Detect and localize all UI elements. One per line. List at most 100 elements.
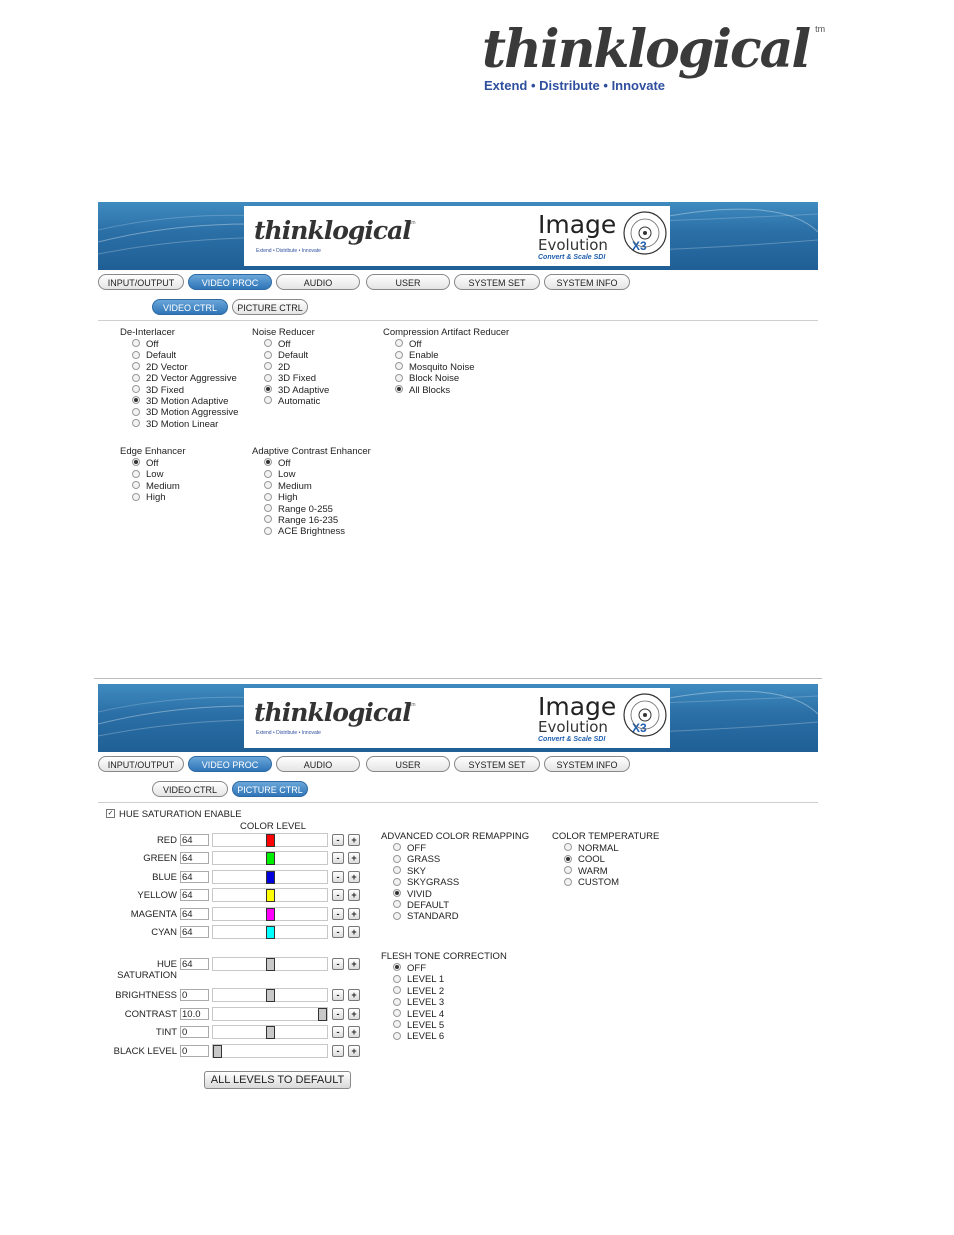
tint-slider-knob[interactable] bbox=[266, 1026, 275, 1039]
radio-button[interactable] bbox=[393, 900, 401, 909]
radio-button[interactable] bbox=[264, 492, 272, 501]
color-cyan-slider[interactable] bbox=[212, 925, 328, 939]
noise-reducer-option[interactable]: 2D bbox=[264, 362, 290, 373]
tab-audio[interactable]: AUDIO bbox=[276, 756, 360, 772]
color-temperature-option[interactable]: WARM bbox=[564, 866, 608, 877]
color-cyan-slider-knob[interactable] bbox=[266, 926, 275, 939]
black-level-value[interactable]: 0 bbox=[180, 1044, 209, 1057]
flesh-tone-option[interactable]: OFF bbox=[393, 963, 426, 974]
radio-button[interactable] bbox=[264, 481, 272, 490]
brightness-slider[interactable] bbox=[212, 988, 328, 1002]
radio-button[interactable] bbox=[393, 843, 401, 852]
radio-button[interactable] bbox=[393, 974, 401, 983]
radio-button[interactable] bbox=[393, 1009, 401, 1018]
color-yellow-plus-button[interactable]: + bbox=[348, 889, 360, 902]
radio-button[interactable] bbox=[264, 458, 272, 467]
radio-button[interactable] bbox=[132, 492, 140, 501]
color-red-slider[interactable] bbox=[212, 833, 328, 847]
contrast-slider[interactable] bbox=[212, 1006, 328, 1021]
brightness-value[interactable]: 0 bbox=[180, 989, 209, 1001]
deinterlacer-option[interactable]: 3D Motion Aggressive bbox=[132, 407, 238, 418]
compression-artifact-option[interactable]: Block Noise bbox=[395, 373, 459, 384]
radio-button[interactable] bbox=[132, 419, 140, 428]
radio-button[interactable] bbox=[132, 385, 140, 394]
noise-reducer-option[interactable]: 3D Fixed bbox=[264, 373, 316, 384]
tab-system-set[interactable]: SYSTEM SET bbox=[454, 274, 540, 290]
deinterlacer-option[interactable]: Default bbox=[132, 350, 176, 361]
deinterlacer-option[interactable]: 3D Fixed bbox=[132, 385, 184, 396]
black-level-slider[interactable] bbox=[212, 1043, 328, 1058]
color-yellow-slider-knob[interactable] bbox=[266, 889, 275, 903]
subtab-video-ctrl[interactable]: VIDEO CTRL bbox=[152, 781, 228, 797]
noise-reducer-option[interactable]: Automatic bbox=[264, 396, 320, 407]
radio-button[interactable] bbox=[393, 1031, 401, 1040]
color-green-minus-button[interactable]: - bbox=[332, 852, 344, 865]
color-cyan-minus-button[interactable]: - bbox=[332, 926, 344, 938]
deinterlacer-option[interactable]: Off bbox=[132, 339, 159, 350]
radio-button[interactable] bbox=[564, 843, 572, 852]
color-red-minus-button[interactable]: - bbox=[332, 834, 344, 846]
hue-saturation-plus-button[interactable]: + bbox=[348, 958, 360, 970]
adaptive-contrast-option[interactable]: Range 16-235 bbox=[264, 515, 338, 526]
adaptive-contrast-option[interactable]: Off bbox=[264, 458, 291, 469]
tint-plus-button[interactable]: + bbox=[348, 1026, 360, 1038]
radio-button[interactable] bbox=[395, 385, 403, 394]
compression-artifact-option[interactable]: Enable bbox=[395, 350, 439, 361]
radio-button[interactable] bbox=[264, 362, 272, 371]
color-cyan-plus-button[interactable]: + bbox=[348, 926, 360, 938]
radio-button[interactable] bbox=[132, 458, 140, 467]
adaptive-contrast-option[interactable]: ACE Brightness bbox=[264, 526, 345, 537]
color-temperature-option[interactable]: CUSTOM bbox=[564, 877, 619, 888]
tab-user[interactable]: USER bbox=[366, 756, 450, 772]
radio-button[interactable] bbox=[393, 963, 401, 972]
radio-button[interactable] bbox=[264, 385, 272, 394]
adaptive-contrast-option[interactable]: Range 0-255 bbox=[264, 504, 333, 515]
deinterlacer-option[interactable]: 3D Motion Linear bbox=[132, 419, 218, 430]
hue-saturation-minus-button[interactable]: - bbox=[332, 958, 344, 970]
color-remapping-option[interactable]: VIVID bbox=[393, 889, 432, 900]
color-remapping-option[interactable]: GRASS bbox=[393, 854, 440, 865]
radio-button[interactable] bbox=[393, 866, 401, 875]
flesh-tone-option[interactable]: LEVEL 4 bbox=[393, 1009, 444, 1020]
radio-button[interactable] bbox=[395, 339, 403, 348]
adaptive-contrast-option[interactable]: High bbox=[264, 492, 298, 503]
color-green-value[interactable]: 64 bbox=[180, 852, 209, 865]
tab-video-proc[interactable]: VIDEO PROC bbox=[188, 756, 272, 772]
noise-reducer-option[interactable]: Default bbox=[264, 350, 308, 361]
color-cyan-value[interactable]: 64 bbox=[180, 926, 209, 938]
color-green-slider[interactable] bbox=[212, 851, 328, 866]
color-blue-minus-button[interactable]: - bbox=[332, 870, 344, 883]
deinterlacer-option[interactable]: 3D Motion Adaptive bbox=[132, 396, 228, 407]
color-blue-slider[interactable] bbox=[212, 869, 328, 884]
contrast-slider-knob[interactable] bbox=[318, 1007, 327, 1021]
edge-enhancer-option[interactable]: Off bbox=[132, 458, 159, 469]
radio-button[interactable] bbox=[264, 469, 272, 478]
tab-system-info[interactable]: SYSTEM INFO bbox=[544, 274, 630, 290]
noise-reducer-option[interactable]: 3D Adaptive bbox=[264, 385, 329, 396]
edge-enhancer-option[interactable]: Medium bbox=[132, 481, 180, 492]
radio-button[interactable] bbox=[393, 854, 401, 863]
tab-user[interactable]: USER bbox=[366, 274, 450, 290]
edge-enhancer-option[interactable]: Low bbox=[132, 469, 163, 480]
tab-video-proc[interactable]: VIDEO PROC bbox=[188, 274, 272, 290]
all-levels-default-button[interactable]: ALL LEVELS TO DEFAULT bbox=[204, 1071, 351, 1089]
radio-button[interactable] bbox=[132, 396, 140, 405]
color-temperature-option[interactable]: NORMAL bbox=[564, 843, 619, 854]
radio-button[interactable] bbox=[395, 373, 403, 382]
color-green-slider-knob[interactable] bbox=[266, 852, 275, 866]
edge-enhancer-option[interactable]: High bbox=[132, 492, 166, 503]
black-level-plus-button[interactable]: + bbox=[348, 1044, 360, 1057]
color-green-plus-button[interactable]: + bbox=[348, 852, 360, 865]
radio-button[interactable] bbox=[132, 362, 140, 371]
tab-system-info[interactable]: SYSTEM INFO bbox=[544, 756, 630, 772]
color-red-slider-knob[interactable] bbox=[266, 834, 275, 847]
color-red-plus-button[interactable]: + bbox=[348, 834, 360, 846]
deinterlacer-option[interactable]: 2D Vector bbox=[132, 362, 188, 373]
radio-button[interactable] bbox=[564, 877, 572, 886]
subtab-picture-ctrl[interactable]: PICTURE CTRL bbox=[232, 299, 308, 315]
color-temperature-option[interactable]: COOL bbox=[564, 854, 605, 865]
noise-reducer-option[interactable]: Off bbox=[264, 339, 291, 350]
color-magenta-slider[interactable] bbox=[212, 906, 328, 921]
tab-audio[interactable]: AUDIO bbox=[276, 274, 360, 290]
compression-artifact-option[interactable]: Mosquito Noise bbox=[395, 362, 474, 373]
